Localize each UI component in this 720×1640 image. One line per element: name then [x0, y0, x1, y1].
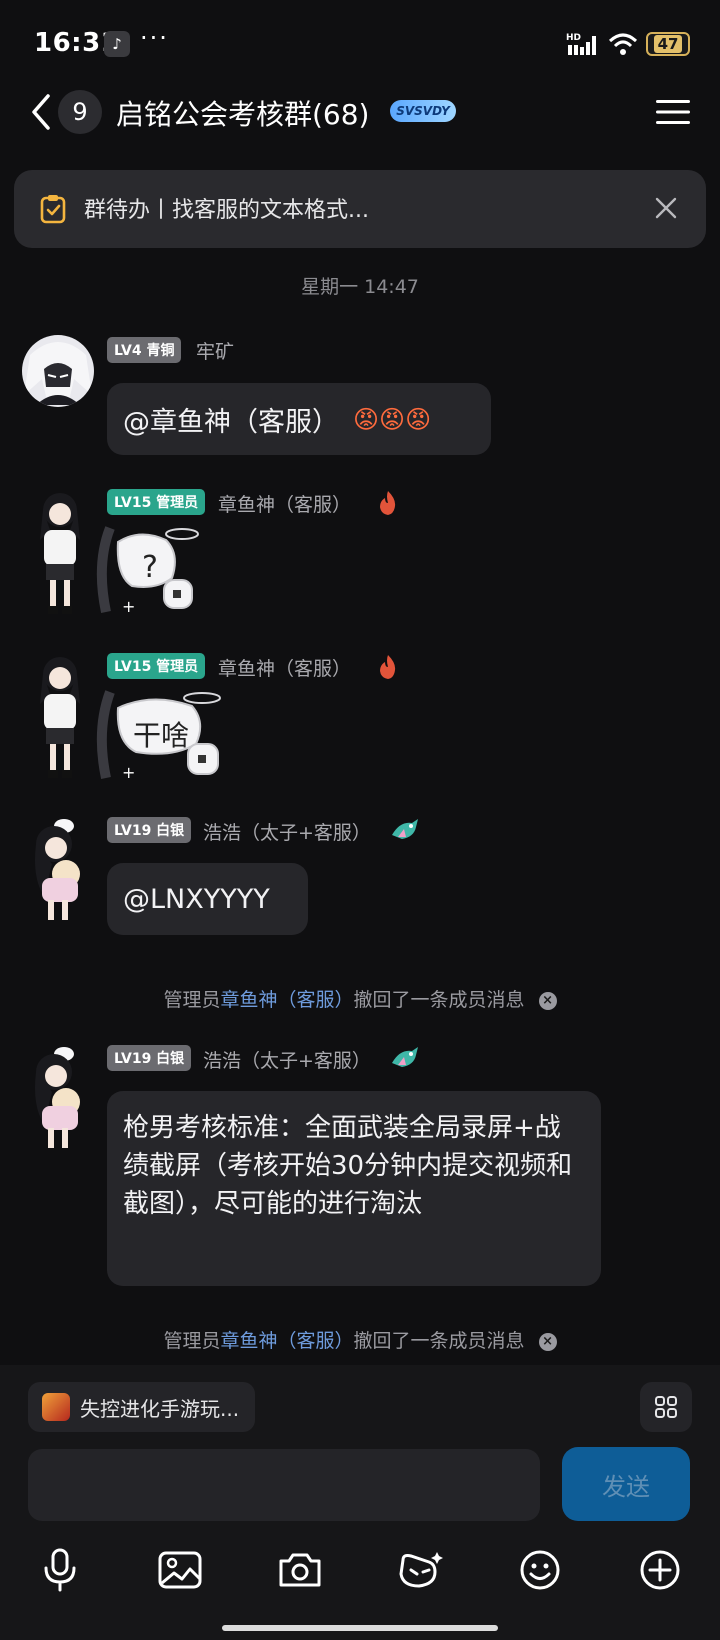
avatar-anime-girl-icon [40, 493, 80, 614]
game-chip[interactable]: 失控进化手游玩... [28, 1382, 256, 1432]
recall-suffix: 撤回了一条成员消息 [353, 1330, 525, 1352]
close-icon[interactable] [652, 194, 680, 222]
avatar[interactable] [26, 1046, 94, 1154]
tiktok-notification-icon: ♪ [104, 31, 130, 57]
smile-icon[interactable] [510, 1540, 570, 1600]
plus-icon[interactable] [630, 1540, 690, 1600]
avatar-white-hair-icon [22, 335, 94, 407]
unread-count-badge[interactable]: 9 [58, 90, 102, 134]
sender-name[interactable]: 浩浩（太子+客服） [203, 818, 371, 845]
todo-text: 群待办丨找客服的文本格式... [84, 198, 369, 223]
date-separator: 星期一 14:47 [301, 276, 419, 298]
dismiss-icon[interactable]: × [538, 1332, 557, 1351]
game-chip-label: 失控进化手游玩... [80, 1396, 240, 1421]
dismiss-icon[interactable]: × [538, 991, 557, 1010]
recall-notice: 管理员章鱼神（客服）撤回了一条成员消息 × [0, 985, 720, 1012]
sticker-text: ? [142, 550, 158, 585]
fire-badge-icon [380, 655, 396, 679]
ai-bot-icon[interactable] [390, 1540, 450, 1600]
avatar[interactable] [26, 818, 94, 926]
battery-level: 47 [653, 35, 683, 53]
recall-suffix: 撤回了一条成员消息 [353, 989, 525, 1011]
message-text: @章鱼神（客服） [123, 406, 339, 438]
message-bubble[interactable]: @章鱼神（客服） 😡😡😡 [107, 383, 491, 455]
avatar-anime-girl-icon [40, 657, 80, 778]
message-input[interactable] [28, 1449, 540, 1521]
recall-notice: 管理员章鱼神（客服）撤回了一条成员消息 × [0, 1326, 720, 1353]
svg-text:+: + [122, 597, 135, 616]
signal-icon: HD [566, 33, 596, 55]
recall-prefix: 管理员 [163, 1330, 221, 1352]
message-bubble[interactable]: @LNXYYYY [107, 863, 308, 935]
apps-grid-button[interactable] [640, 1382, 692, 1432]
game-icon [42, 1393, 70, 1421]
group-level-badge: SVSVDY [390, 100, 456, 122]
status-indicators: HD 47 [566, 30, 690, 58]
group-title[interactable]: 启铭公会考核群(68) [116, 93, 369, 133]
sender-name[interactable]: 章鱼神（客服） [218, 654, 351, 681]
todo-clipboard-icon [40, 195, 66, 224]
microphone-icon[interactable] [30, 1540, 90, 1600]
sender-name[interactable]: 浩浩（太子+客服） [203, 1046, 371, 1073]
avatar[interactable] [26, 490, 94, 620]
home-indicator[interactable] [222, 1625, 498, 1631]
avatar[interactable] [26, 654, 94, 784]
composer-toolbar [0, 1540, 720, 1600]
apps-grid-icon [655, 1396, 677, 1418]
admin-link[interactable]: 章鱼神（客服） [220, 1330, 353, 1352]
level-tag: LV19 白银 [107, 1045, 192, 1071]
dragon-badge-icon [392, 1047, 418, 1067]
send-button[interactable]: 发送 [562, 1447, 690, 1521]
avatar-anime-girl-pet-icon [35, 819, 80, 920]
avatar[interactable] [22, 335, 94, 407]
dragon-badge-icon [392, 819, 418, 839]
group-todo-banner[interactable]: 群待办丨找客服的文本格式... [14, 170, 706, 248]
more-notifications-icon: ··· [140, 24, 169, 52]
menu-icon[interactable] [656, 98, 690, 126]
back-arrow-icon[interactable] [22, 90, 62, 134]
wifi-icon [608, 33, 638, 55]
sender-name[interactable]: 章鱼神（客服） [218, 490, 351, 517]
sticker-message[interactable]: + 干啥 [92, 686, 232, 786]
level-tag: LV19 白银 [107, 817, 192, 843]
battery-icon: 47 [646, 32, 690, 56]
admin-level-tag: LV15 管理员 [107, 653, 206, 679]
status-bar: 16:31 ♪ ··· HD 47 [0, 0, 720, 90]
recall-prefix: 管理员 [163, 989, 221, 1011]
admin-link[interactable]: 章鱼神（客服） [220, 989, 353, 1011]
camera-icon[interactable] [270, 1540, 330, 1600]
sender-name[interactable]: 牢矿 [196, 337, 234, 364]
avatar-anime-girl-pet-icon [35, 1047, 80, 1148]
network-label: HD [566, 33, 581, 43]
message-text: @LNXYYYY [123, 883, 270, 915]
sticker-message[interactable]: + ? [92, 520, 204, 620]
svg-text:+: + [122, 763, 135, 782]
sticker-text: 干啥 [132, 719, 189, 752]
angry-emoji-icon: 😡😡😡 [353, 404, 432, 434]
admin-level-tag: LV15 管理员 [107, 489, 206, 515]
image-icon[interactable] [150, 1540, 210, 1600]
fire-badge-icon [380, 491, 396, 515]
message-bubble[interactable]: 枪男考核标准：全面武装全局录屏+战绩截屏（考核开始30分钟内提交视频和截图），尽… [107, 1091, 601, 1286]
message-text: 枪男考核标准：全面武装全局录屏+战绩截屏（考核开始30分钟内提交视频和截图），尽… [123, 1113, 573, 1219]
level-tag: LV4 青铜 [107, 337, 182, 363]
